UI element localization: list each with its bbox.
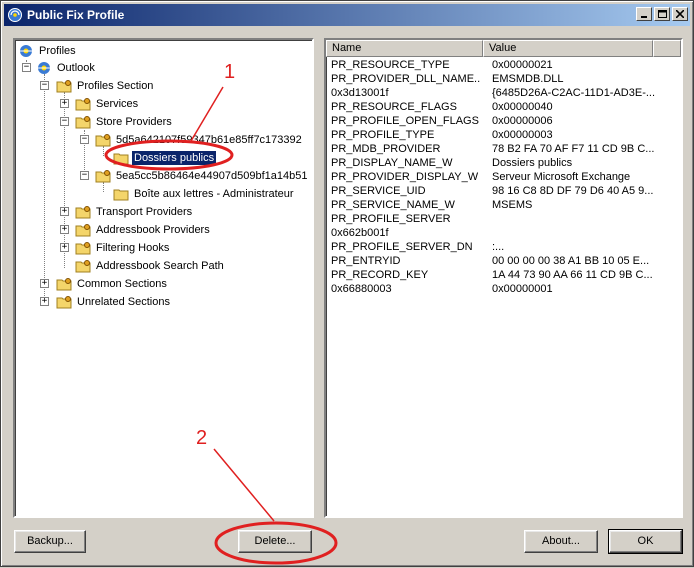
cell-property-name: PR_MDB_PROVIDER (331, 143, 441, 155)
cell-property-name: PR_PROFILE_TYPE (331, 129, 435, 141)
tree-node-store-2[interactable]: 5ea5cc5b86464e44907d509bf1a14b51 (95, 167, 309, 185)
backup-button[interactable]: Backup... (14, 530, 86, 553)
folder-key-icon (75, 96, 91, 112)
cell-property-value: Dossiers publics (492, 157, 573, 169)
tree-node-addressbook-search-path[interactable]: Addressbook Search Path (75, 257, 226, 275)
folder-key-icon (75, 258, 91, 274)
cell-property-name: PR_PROVIDER_DLL_NAME... (331, 73, 481, 85)
tree-node-filtering-hooks[interactable]: Filtering Hooks (75, 239, 171, 257)
cell-property-value: 0x00000006 (492, 115, 553, 127)
profile-tree-view[interactable]: Profiles − Outlook − Profiles Section + (13, 38, 314, 518)
about-button[interactable]: About... (524, 530, 598, 553)
tree-node-common-sections[interactable]: Common Sections (56, 275, 169, 293)
expander-store-2[interactable]: − (80, 171, 89, 180)
cell-property-value: :... (492, 241, 505, 253)
folder-key-icon (75, 204, 91, 220)
cell-property-value: 1A 44 73 90 AA 66 11 CD 9B C... (492, 269, 653, 281)
properties-list-view[interactable]: Name Value PR_RESOURCE_TYPE 0x00000021 PR_… (324, 38, 683, 518)
cell-property-value: EMSMDB.DLL (492, 73, 564, 85)
cell-property-name: PR_PROVIDER_DISPLAY_W (331, 171, 479, 183)
cell-property-name: PR_PROFILE_OPEN_FLAGS (331, 115, 479, 127)
cell-property-name: PR_RESOURCE_TYPE (331, 59, 450, 71)
column-header-filler (653, 40, 681, 57)
cell-property-name: 0x66880003 (331, 283, 392, 295)
tree-node-store-providers[interactable]: Store Providers (75, 113, 174, 131)
expander-common-sections[interactable]: + (40, 279, 49, 288)
expander-store-1[interactable]: − (80, 135, 89, 144)
outlook-icon (36, 60, 52, 76)
folder-icon (113, 186, 129, 202)
title-bar[interactable]: Public Fix Profile (4, 4, 690, 26)
tree-node-addressbook-providers[interactable]: Addressbook Providers (75, 221, 212, 239)
tree-node-dossiers-publics[interactable]: Dossiers publics (113, 149, 218, 167)
folder-key-icon (75, 114, 91, 130)
cell-property-name: PR_PROFILE_SERVER_DN (331, 241, 473, 253)
folder-key-icon (56, 294, 72, 310)
maximize-icon (658, 10, 667, 18)
cell-property-value: 0x00000021 (492, 59, 553, 71)
cell-property-name: PR_PROFILE_SERVER (331, 213, 451, 225)
close-icon (676, 10, 684, 18)
folder-key-icon (75, 222, 91, 238)
tree-node-mailbox[interactable]: Boîte aux lettres - Administrateur (113, 185, 296, 203)
maximize-button[interactable] (654, 7, 670, 21)
cell-property-value: 00 00 00 00 38 A1 BB 10 05 E... (492, 255, 650, 267)
folder-key-icon (95, 168, 111, 184)
folder-key-icon (56, 78, 72, 94)
column-header-name[interactable]: Name (326, 40, 483, 57)
expander-unrelated-sections[interactable]: + (40, 297, 49, 306)
cell-property-value: 0x00000001 (492, 283, 553, 295)
column-header-value[interactable]: Value (483, 40, 653, 57)
folder-key-icon (75, 240, 91, 256)
cell-property-name: PR_SERVICE_UID (331, 185, 426, 197)
close-button[interactable] (672, 7, 688, 21)
tree-node-profiles[interactable]: Profiles (18, 42, 78, 60)
tree-node-store-1[interactable]: 5d5a642107f59347b61e85ff7c173392 (95, 131, 304, 149)
tree-node-transport-providers[interactable]: Transport Providers (75, 203, 194, 221)
expander-services[interactable]: + (60, 99, 69, 108)
cell-property-name: PR_RECORD_KEY (331, 269, 429, 281)
cell-property-value: 98 16 C8 8D DF 79 D6 40 A5 9... (492, 185, 654, 197)
annotation-label-2: 2 (196, 427, 208, 449)
cell-property-value: 78 B2 FA 70 AF F7 11 CD 9B C... (492, 143, 655, 155)
minimize-icon (641, 16, 647, 18)
app-icon (7, 7, 23, 23)
cell-property-value: 0x00000003 (492, 129, 553, 141)
folder-key-icon (95, 132, 111, 148)
ok-button[interactable]: OK (608, 529, 683, 554)
cell-property-name: PR_SERVICE_NAME_W (331, 199, 455, 211)
delete-button[interactable]: Delete... (238, 530, 312, 553)
cell-property-value: MSEMS (492, 199, 533, 211)
window-title: Public Fix Profile (27, 8, 125, 22)
expander-outlook[interactable]: − (22, 63, 31, 72)
expander-addressbook-providers[interactable]: + (60, 225, 69, 234)
cell-property-name: PR_RESOURCE_FLAGS (331, 101, 457, 113)
expander-transport-providers[interactable]: + (60, 207, 69, 216)
cell-property-value: {6485D26A-C2AC-11D1-AD3E-... (492, 87, 656, 99)
folder-key-icon (56, 276, 72, 292)
cell-property-name: PR_ENTRYID (331, 255, 401, 267)
cell-property-name: 0x3d13001f (331, 87, 389, 99)
tree-node-outlook[interactable]: Outlook (36, 59, 97, 77)
dialog-window: Public Fix Profile Profiles − Outlook − … (0, 0, 694, 567)
profiles-icon (18, 43, 34, 59)
tree-node-unrelated-sections[interactable]: Unrelated Sections (56, 293, 172, 311)
tree-node-services[interactable]: Services (75, 95, 140, 113)
cell-property-value: Serveur Microsoft Exchange (492, 171, 631, 183)
minimize-button[interactable] (636, 7, 652, 21)
cell-property-name: 0x662b001f (331, 227, 389, 239)
expander-profiles-section[interactable]: − (40, 81, 49, 90)
cell-property-value: 0x00000040 (492, 101, 553, 113)
folder-icon (113, 150, 129, 166)
expander-store-providers[interactable]: − (60, 117, 69, 126)
expander-filtering-hooks[interactable]: + (60, 243, 69, 252)
tree-node-profiles-section[interactable]: Profiles Section (56, 77, 155, 95)
annotation-label-1: 1 (224, 61, 236, 83)
cell-property-name: PR_DISPLAY_NAME_W (331, 157, 453, 169)
